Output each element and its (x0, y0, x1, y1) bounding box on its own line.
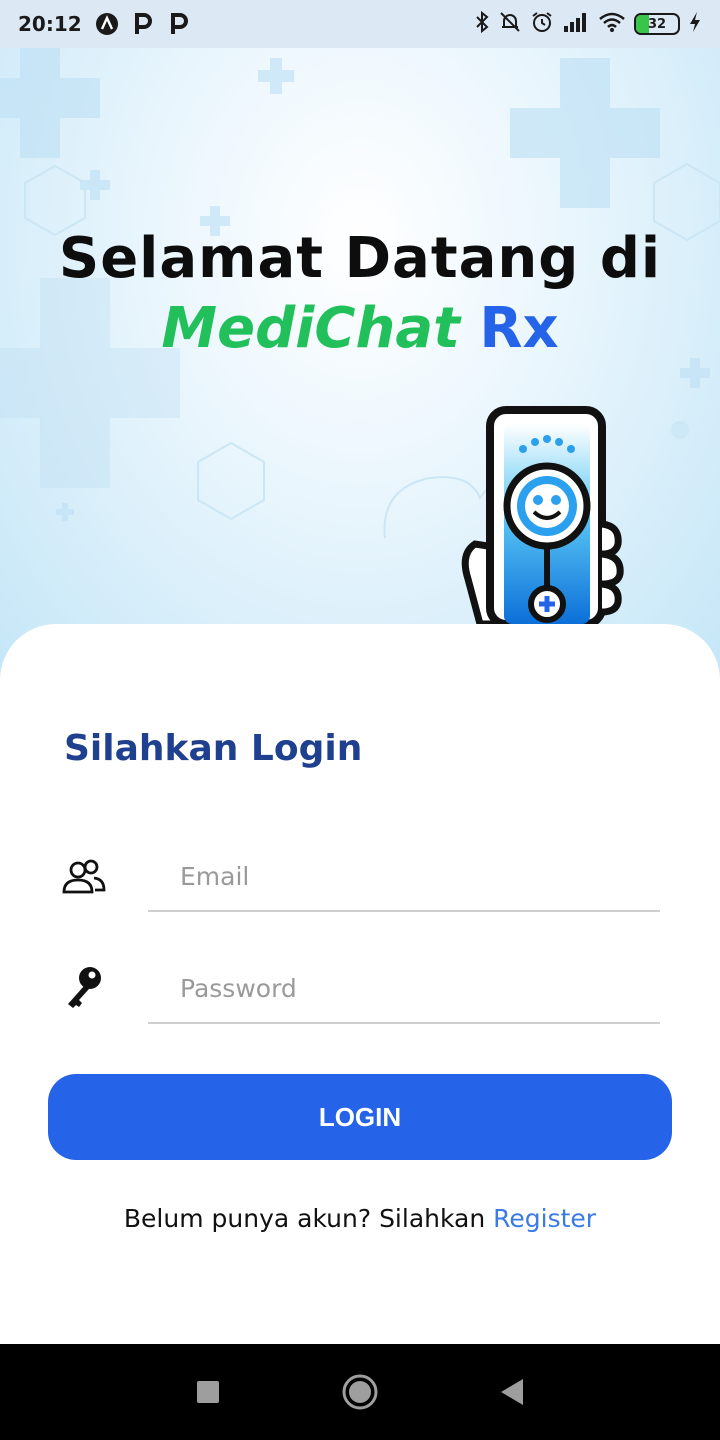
register-link[interactable]: Register (493, 1204, 596, 1233)
bluetooth-icon (474, 10, 490, 38)
p-icon (130, 11, 156, 37)
key-icon (60, 962, 108, 1010)
register-prompt-text: Belum punya akun? Silahkan (123, 1204, 494, 1233)
status-time: 20:12 (18, 12, 82, 36)
recents-square-icon[interactable] (186, 1370, 230, 1414)
battery-level: 32 (647, 16, 667, 32)
home-circle-icon[interactable] (338, 1370, 382, 1414)
login-button[interactable]: LOGIN (48, 1074, 672, 1160)
app-brand-name: MediChat Rx (0, 296, 720, 361)
alarm-icon (530, 10, 554, 38)
back-triangle-icon[interactable] (490, 1370, 534, 1414)
p-icon (166, 11, 192, 37)
login-heading: Silahkan Login (64, 728, 363, 769)
register-prompt: Belum punya akun? Silahkan Register (0, 1204, 720, 1233)
battery-icon: 32 (634, 13, 680, 35)
status-bar: 20:12 32 (0, 0, 720, 48)
phone-stethoscope-illustration (461, 406, 624, 624)
a-icon (94, 11, 120, 37)
signal-icon (562, 10, 590, 38)
login-card: Silahkan Login LOGIN Belum punya akun? S… (0, 624, 720, 1344)
system-nav-bar (0, 1344, 720, 1440)
users-icon (60, 854, 108, 902)
password-row (0, 944, 720, 1024)
mute-icon (498, 10, 522, 38)
email-row (0, 832, 720, 912)
welcome-title: Selamat Datang di (58, 226, 662, 291)
brand-rx: Rx (479, 296, 559, 361)
hero-banner: Selamat Datang di MediChat Rx (0, 48, 720, 688)
email-field[interactable] (148, 842, 660, 912)
password-field[interactable] (148, 954, 660, 1024)
charging-icon (688, 10, 702, 38)
brand-medichat: MediChat (161, 296, 460, 361)
wifi-icon (598, 10, 626, 38)
